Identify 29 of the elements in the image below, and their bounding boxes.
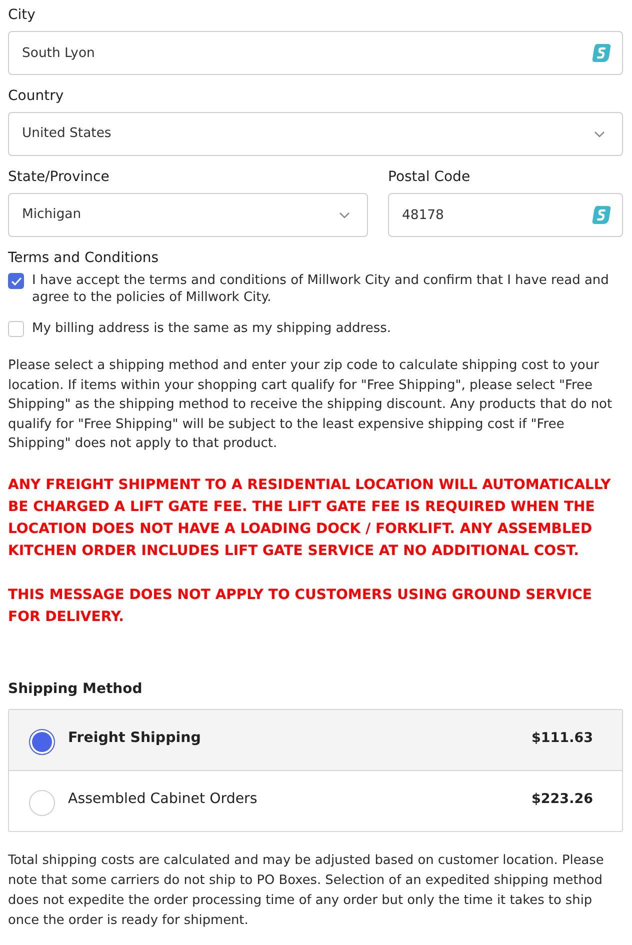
radio-button[interactable] [29,729,55,756]
checkmark-icon [10,276,22,286]
text-field[interactable]: South Lyon [8,31,623,75]
shipping-option[interactable]: Freight Shipping $111.63 [9,710,622,771]
letter-s-icon[interactable] [592,43,611,63]
field-label: Postal Code [388,168,472,187]
option-price: $111.63 [532,729,593,748]
section-heading: Shipping Method [8,680,144,699]
option-price: $223.26 [532,790,593,810]
checkbox-label[interactable]: I have accept the terms and conditions of Millwork City and confirm that I have read and agree to the policies of Millwork City. [32,272,623,306]
shipping-info-text: Please select a shipping method and enter your zip code to calculate shipping cost to your location. If items within your shopping cart qualify for "Free Shipping", please select "Free Shipping" as the shipping method to receive the shipping discount. Any products that do not qualify for "Free Shipping" will be subject to the least expensive shipping cost if "Free Shipping" does not apply to that product. [8,357,614,454]
dropdown[interactable]: Michigan [8,193,368,237]
field-label: Country [8,87,65,106]
checkbox-label[interactable]: My billing address is the same as my shipping address. [32,320,392,337]
chevron-down-icon [594,130,605,138]
section-heading: Terms and Conditions [8,249,160,268]
dropdown[interactable]: United States [8,112,623,156]
option-name: Assembled Cabinet Orders [68,790,258,809]
checkbox[interactable] [8,273,24,289]
text-field[interactable]: 48178 [388,193,623,237]
chevron-down-icon [339,212,350,218]
warning-text: ANY FREIGHT SHIPMENT TO A RESIDENTIAL LOCATION WILL AUTOMATICALLY BE CHARGED A LIFT GATE FEE. THE LIFT GATE FEE IS REQUIRED WHEN THE LOCATION DOES NOT HAVE A LOADING DOCK / FORKLIFT. ANY ASSEMBLED KITCHEN ORDER INCLUDES LIFT GATE SERVICE AT NO ADDITIONAL COST. [8,476,612,561]
option-name: Freight Shipping [68,728,202,748]
shipping-cost-text: Total shipping costs are calculated and may be adjusted based on customer location. Please note that some carriers do not ship to PO Boxes. Selection of an expedited shipping method does not expedite the order processing time of any order but only the time it takes to ship once the order is ready for shipment. [8,852,605,930]
checkbox[interactable] [8,321,24,337]
warning-text: THIS MESSAGE DOES NOT APPLY TO CUSTOMERS USING GROUND SERVICE FOR DELIVERY. [8,586,593,627]
letter-s-icon[interactable] [592,205,611,225]
field-label: City [8,6,36,25]
field-label: State/Province [8,168,110,187]
